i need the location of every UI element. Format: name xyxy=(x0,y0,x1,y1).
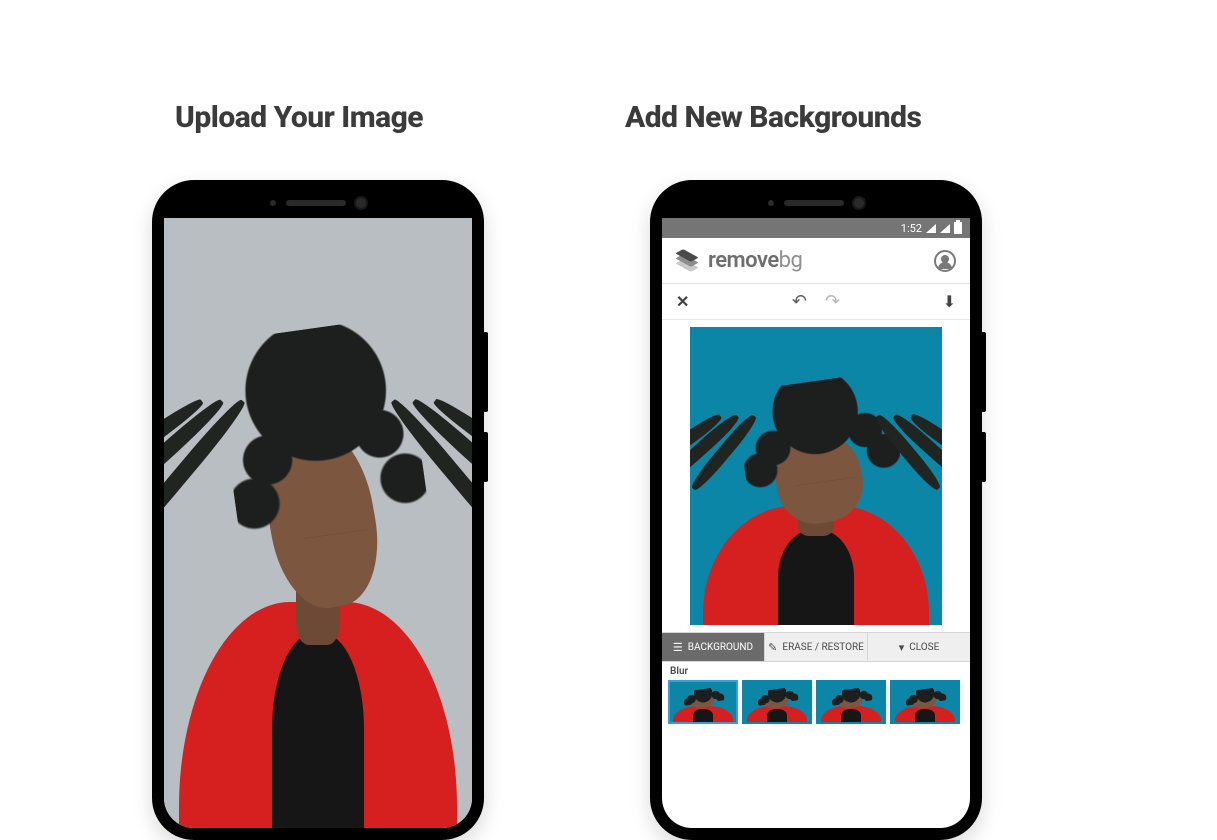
editor-canvas[interactable] xyxy=(662,320,970,632)
phone-notch xyxy=(270,198,366,208)
phone-side-button xyxy=(483,432,488,482)
signal-icon xyxy=(940,224,950,233)
android-statusbar: 1:52 xyxy=(662,218,970,238)
result-image xyxy=(690,327,942,625)
phone-screen: 1:52 removebg ✕ ↶ ↷ xyxy=(662,218,970,828)
status-time: 1:52 xyxy=(901,222,922,235)
bg-thumb[interactable] xyxy=(816,680,886,724)
tab-label: BACKGROUND xyxy=(688,642,753,653)
layers-icon: ☰ xyxy=(673,641,683,654)
bg-thumb[interactable] xyxy=(668,680,738,724)
app-header: removebg xyxy=(662,238,970,284)
phone-screen xyxy=(164,218,472,828)
heading-add-backgrounds: Add New Backgrounds xyxy=(625,100,921,135)
tab-close[interactable]: ▾ CLOSE xyxy=(868,633,970,661)
heading-upload: Upload Your Image xyxy=(175,100,423,135)
close-icon[interactable]: ✕ xyxy=(676,292,689,311)
wifi-icon xyxy=(926,224,936,233)
original-photo xyxy=(164,218,472,828)
editor-tabbar: ☰ BACKGROUND ✎ ERASE / RESTORE ▾ CLOSE xyxy=(662,632,970,662)
tab-label: CLOSE xyxy=(909,642,939,653)
tab-label: ERASE / RESTORE xyxy=(782,642,863,653)
eraser-icon: ✎ xyxy=(768,641,777,654)
brand-secondary: bg xyxy=(779,248,803,273)
phone-side-button xyxy=(483,332,488,412)
subject-person xyxy=(164,218,472,828)
account-icon[interactable] xyxy=(934,250,956,272)
brand-primary: remove xyxy=(708,248,779,273)
download-icon[interactable]: ⬇ xyxy=(943,292,956,311)
phone-mockup-editor: 1:52 removebg ✕ ↶ ↷ xyxy=(650,180,982,840)
redo-icon[interactable]: ↷ xyxy=(825,291,840,312)
battery-icon xyxy=(954,222,962,234)
phone-side-button xyxy=(981,432,986,482)
bg-thumb[interactable] xyxy=(742,680,812,724)
phone-mockup-upload xyxy=(152,180,484,840)
undo-icon[interactable]: ↶ xyxy=(792,291,807,312)
bg-thumb[interactable] xyxy=(890,680,960,724)
editor-toolbar: ✕ ↶ ↷ ⬇ xyxy=(662,284,970,320)
tab-erase-restore[interactable]: ✎ ERASE / RESTORE xyxy=(765,633,868,661)
subject-person xyxy=(690,327,942,625)
app-brand: removebg xyxy=(708,248,802,273)
section-label-blur: Blur xyxy=(670,666,964,677)
logo-icon xyxy=(676,250,698,272)
tab-background[interactable]: ☰ BACKGROUND xyxy=(662,633,765,661)
phone-side-button xyxy=(981,332,986,412)
background-picker: Blur xyxy=(662,662,970,724)
phone-notch xyxy=(768,198,864,208)
chevron-down-icon: ▾ xyxy=(899,641,905,654)
